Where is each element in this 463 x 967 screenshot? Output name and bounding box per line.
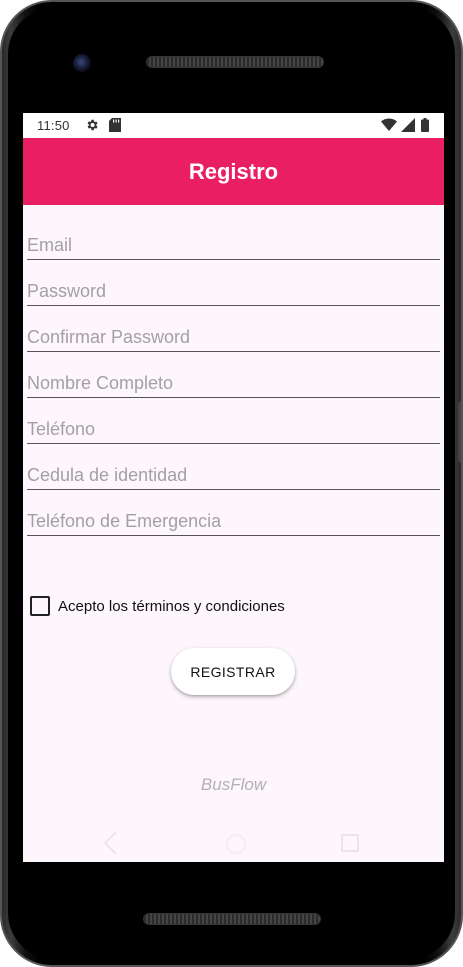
earpiece-speaker xyxy=(146,56,324,68)
phone-frame: 11:50 Registro Email Nombre Completo Tel… xyxy=(0,0,463,967)
back-icon[interactable] xyxy=(103,831,127,855)
id-card-field[interactable] xyxy=(27,456,440,490)
phone-input[interactable] xyxy=(27,419,440,440)
app-screen: 11:50 Registro Email Nombre Completo Tel… xyxy=(23,113,444,862)
password-input[interactable] xyxy=(27,281,440,302)
status-time: 11:50 xyxy=(37,118,70,133)
email-field[interactable] xyxy=(27,226,440,260)
status-bar: 11:50 xyxy=(23,113,444,138)
wifi-icon xyxy=(381,118,397,132)
page-title: Registro xyxy=(188,158,279,184)
gear-icon xyxy=(85,118,99,132)
recents-icon[interactable] xyxy=(341,834,359,852)
terms-checkbox[interactable] xyxy=(30,596,50,616)
full-name-input[interactable] xyxy=(27,373,440,394)
front-camera xyxy=(73,54,91,72)
full-name-field[interactable] xyxy=(27,364,440,398)
home-icon[interactable] xyxy=(226,834,246,854)
bottom-speaker xyxy=(143,913,321,925)
register-button[interactable]: REGISTRAR xyxy=(171,648,295,695)
phone-field[interactable] xyxy=(27,410,440,444)
confirm-password-field[interactable] xyxy=(27,318,440,352)
confirm-password-input[interactable] xyxy=(27,327,440,348)
id-card-input[interactable] xyxy=(27,465,440,486)
app-bar: Registro xyxy=(23,138,444,205)
battery-icon xyxy=(421,118,429,132)
emergency-phone-input[interactable] xyxy=(27,511,440,532)
email-input[interactable] xyxy=(27,235,440,256)
terms-label[interactable]: Acepto los términos y condiciones xyxy=(58,598,285,615)
terms-checkbox-row[interactable]: Acepto los términos y condiciones xyxy=(30,596,285,616)
sd-card-icon xyxy=(109,118,121,132)
emergency-phone-field[interactable] xyxy=(27,502,440,536)
volume-button[interactable] xyxy=(458,402,461,462)
signal-icon xyxy=(401,118,415,132)
password-field[interactable] xyxy=(27,272,440,306)
brand-label: BusFlow xyxy=(200,775,267,794)
